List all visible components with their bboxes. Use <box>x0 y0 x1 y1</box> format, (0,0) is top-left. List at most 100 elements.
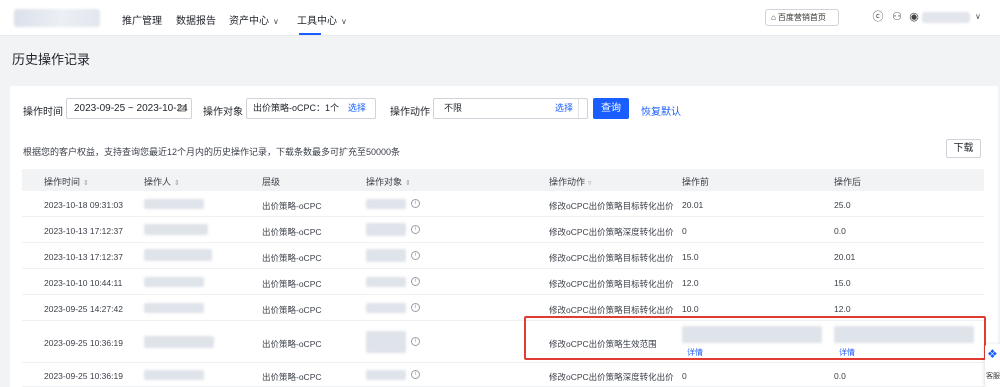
query-button[interactable]: 查询 <box>593 98 629 119</box>
info-icon[interactable]: i <box>411 370 420 379</box>
cell-after: 25.0 <box>834 200 851 210</box>
cell-before: 20.01 <box>682 200 704 210</box>
top-nav: 推广管理 数据报告 资产中心 ∨ 工具中心 ∨ ⌂ 百度营销首页 ⓒ ⚇ ◉ ∨ <box>0 0 1000 36</box>
nav-item-reports[interactable]: 数据报告 <box>176 12 216 27</box>
cell-time: 2023-10-13 17:12:37 <box>44 226 123 236</box>
user-name[interactable] <box>922 12 970 23</box>
column-header-after: 操作后 <box>834 177 862 187</box>
cell-after: 20.01 <box>834 252 856 262</box>
chevron-down-icon: ∨ <box>273 17 279 26</box>
history-card: 操作时间 2023-09-25 ~ 2023-10-24 ▤ 操作对象 出价策略… <box>10 86 998 387</box>
column-header-object[interactable]: 操作对象 ⇕ <box>366 175 411 188</box>
info-icon[interactable]: i <box>411 303 420 312</box>
cell-object <box>366 277 406 287</box>
customer-service-widget[interactable]: ❖ 客服 <box>985 344 1000 387</box>
cell-before: 12.0 <box>682 278 699 288</box>
logo[interactable] <box>14 9 100 27</box>
column-header-level: 层级 <box>262 177 281 187</box>
action-value: 不限 <box>444 103 463 113</box>
table-row: 2023-09-25 10:36:19 出价策略-oCPC i 修改oCPC出价… <box>22 363 984 387</box>
date-range-picker[interactable]: 2023-09-25 ~ 2023-10-24 ▤ <box>66 98 192 119</box>
notice-text: 根据您的客户权益，支持查询您最近12个月内的历史操作记录，下载条数最多可扩充至5… <box>23 147 401 157</box>
info-icon[interactable]: i <box>411 199 420 208</box>
nav-item-label: 推广管理 <box>122 16 162 27</box>
cell-object <box>366 199 406 209</box>
active-tab-indicator <box>299 33 321 35</box>
cell-before: 0 <box>682 371 687 381</box>
cell-after: 0.0 <box>834 226 846 236</box>
table-row: 2023-10-13 17:12:37 出价策略-oCPC i 修改oCPC出价… <box>22 217 984 243</box>
nav-item-assets[interactable]: 资产中心 ∨ <box>229 12 279 27</box>
divider <box>578 99 579 118</box>
info-icon[interactable]: i <box>411 251 420 260</box>
info-icon[interactable]: i <box>411 337 420 346</box>
nav-item-promotion[interactable]: 推广管理 <box>122 12 162 27</box>
cell-action: 修改oCPC出价策略生效范围 <box>549 339 657 349</box>
table-row: 2023-10-10 10:44:11 出价策略-oCPC i 修改oCPC出价… <box>22 269 984 295</box>
cell-time: 2023-10-10 10:44:11 <box>44 278 123 288</box>
home-link-button[interactable]: ⌂ 百度营销首页 <box>765 9 839 26</box>
time-filter-label: 操作时间 <box>23 107 63 118</box>
cell-operator <box>144 277 204 287</box>
cell-level: 出价策略-oCPC <box>262 201 322 211</box>
table-row: 2023-10-18 09:31:03 出价策略-oCPC i 修改oCPC出价… <box>22 191 984 217</box>
cell-before-content <box>682 326 822 343</box>
chevron-down-icon: ∨ <box>341 17 347 26</box>
column-header-operator[interactable]: 操作人 ⇕ <box>144 175 180 188</box>
column-header-action[interactable]: 操作动作 ▿ <box>549 175 592 188</box>
cell-level: 出价策略-oCPC <box>262 339 322 349</box>
calendar-icon: ▤ <box>177 103 186 113</box>
cell-after: 15.0 <box>834 278 851 288</box>
cell-object <box>366 223 406 236</box>
cell-action: 修改oCPC出价策略目标转化出价 <box>549 201 674 211</box>
help-icon[interactable]: ⓒ <box>872 11 884 23</box>
action-filter-label: 操作动作 <box>390 107 430 118</box>
object-filter-label: 操作对象 <box>203 107 243 118</box>
download-button[interactable]: 下载 <box>946 139 981 158</box>
sort-icon[interactable]: ⇕ <box>405 180 411 187</box>
message-icon[interactable]: ⚇ <box>891 11 903 23</box>
cell-level: 出价策略-oCPC <box>262 279 322 289</box>
action-selector[interactable]: 不限 选择 <box>433 98 588 119</box>
sort-icon[interactable]: ⇕ <box>174 180 180 187</box>
cell-action: 修改oCPC出价策略目标转化出价 <box>549 253 674 263</box>
sort-icon[interactable]: ⇕ <box>83 180 89 187</box>
chat-icon: ❖ <box>987 347 998 361</box>
account-icon[interactable]: ◉ <box>908 11 920 23</box>
object-select-link[interactable]: 选择 <box>348 99 366 118</box>
chevron-down-icon[interactable]: ∨ <box>975 12 981 21</box>
after-detail-link[interactable]: 详情 <box>839 347 855 358</box>
column-header-before: 操作前 <box>682 177 710 187</box>
info-icon[interactable]: i <box>411 225 420 234</box>
action-select-link[interactable]: 选择 <box>555 99 573 118</box>
cell-action: 修改oCPC出价策略目标转化出价 <box>549 305 674 315</box>
column-header-time[interactable]: 操作时间 ⇕ <box>44 175 89 188</box>
cell-before: 10.0 <box>682 304 699 314</box>
cell-operator <box>144 370 204 380</box>
cell-time: 2023-10-18 09:31:03 <box>44 200 123 210</box>
cell-action: 修改oCPC出价策略目标转化出价 <box>549 279 674 289</box>
home-button-label: 百度营销首页 <box>777 13 826 22</box>
reset-default-link[interactable]: 恢复默认 <box>641 103 681 118</box>
nav-item-label: 资产中心 <box>229 16 269 27</box>
cell-object <box>366 370 406 380</box>
filter-icon[interactable]: ▿ <box>588 180 592 187</box>
widget-label: 客服 <box>986 373 1000 380</box>
object-selector[interactable]: 出价策略-oCPC：1个 选择 <box>246 98 376 119</box>
before-detail-link[interactable]: 详情 <box>687 347 703 358</box>
nav-item-tools[interactable]: 工具中心 ∨ <box>297 12 347 27</box>
nav-item-label: 数据报告 <box>176 16 216 27</box>
table-header: 操作时间 ⇕ 操作人 ⇕ 层级 操作对象 ⇕ 操作动作 ▿ 操作前 操作后 <box>22 169 984 191</box>
cell-operator <box>144 336 214 348</box>
cell-after: 0.0 <box>834 371 846 381</box>
cell-level: 出价策略-oCPC <box>262 227 322 237</box>
cell-object <box>366 249 406 262</box>
cell-after: 12.0 <box>834 304 851 314</box>
cell-time: 2023-09-25 10:36:19 <box>44 338 123 348</box>
cell-operator <box>144 224 208 235</box>
cell-after-content <box>834 326 974 343</box>
cell-level: 出价策略-oCPC <box>262 253 322 263</box>
table-row-highlighted: 2023-09-25 10:36:19 出价策略-oCPC i 修改oCPC出价… <box>22 321 984 363</box>
nav-item-label: 工具中心 <box>297 16 337 27</box>
info-icon[interactable]: i <box>411 277 420 286</box>
